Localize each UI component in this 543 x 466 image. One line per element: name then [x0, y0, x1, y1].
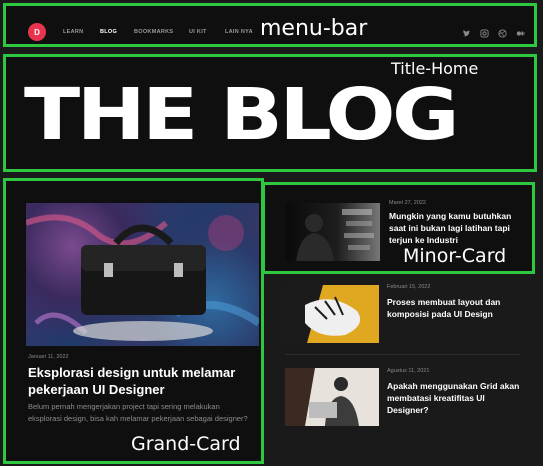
grand-card-image[interactable]: [26, 203, 259, 346]
laptop-man-photo: [285, 368, 379, 426]
grand-card-excerpt: Belum pernah mengerjakan project tapi se…: [28, 402, 248, 423]
nav-learn[interactable]: LEARN: [63, 29, 83, 35]
minor-card-title[interactable]: Mungkin yang kamu butuhkan saat ini buka…: [389, 210, 519, 246]
title-home-annotation: Title-Home: [391, 59, 479, 78]
dribbble-icon[interactable]: [497, 28, 507, 38]
medium-icon[interactable]: [515, 28, 525, 38]
nav-ui-kit[interactable]: UI KIT: [189, 29, 207, 35]
page-title: THE BLOG: [24, 73, 460, 156]
title-home-section: THE BLOG Title-Home: [3, 54, 537, 172]
minor-card-image[interactable]: [286, 203, 380, 261]
menu-bar: D LEARN BLOG BOOKMARKS UI KIT LAIN NYA m…: [3, 3, 537, 47]
grand-card-date: Januari 11, 2022: [28, 354, 69, 360]
minor-card-image[interactable]: [285, 285, 379, 343]
grand-card[interactable]: Januari 11, 2022 Eksplorasi design untuk…: [3, 178, 264, 464]
nav-lain-nya[interactable]: LAIN NYA: [225, 29, 253, 35]
instagram-icon[interactable]: [479, 28, 489, 38]
minor-card-date: Agustus 11, 2021: [387, 368, 430, 374]
minor-card-date: Maret 27, 2022: [389, 200, 426, 206]
minor-card-date: Februari 15, 2022: [387, 284, 431, 290]
person-photo: [296, 209, 374, 261]
logo[interactable]: D: [28, 23, 46, 41]
minor-card-title[interactable]: Apakah menggunakan Grid akan membatasi k…: [387, 380, 527, 416]
menu-bar-annotation: menu-bar: [260, 16, 368, 41]
minor-card-image[interactable]: [285, 368, 379, 426]
grand-card-annotation: Grand-Card: [131, 433, 241, 455]
grand-card-title[interactable]: Eksplorasi design untuk melamar pekerjaa…: [28, 364, 243, 398]
hand-photo: [285, 285, 379, 343]
minor-card[interactable]: Maret 27, 2022 Mungkin yang kamu butuhka…: [262, 182, 535, 274]
nav-bookmarks[interactable]: BOOKMARKS: [134, 29, 173, 35]
briefcase-illustration: [26, 214, 259, 341]
twitter-icon[interactable]: [461, 28, 471, 38]
divider: [285, 354, 520, 355]
nav-blog[interactable]: BLOG: [100, 29, 117, 35]
minor-card-annotation: Minor-Card: [403, 245, 507, 267]
minor-card-title[interactable]: Proses membuat layout dan komposisi pada…: [387, 296, 527, 320]
